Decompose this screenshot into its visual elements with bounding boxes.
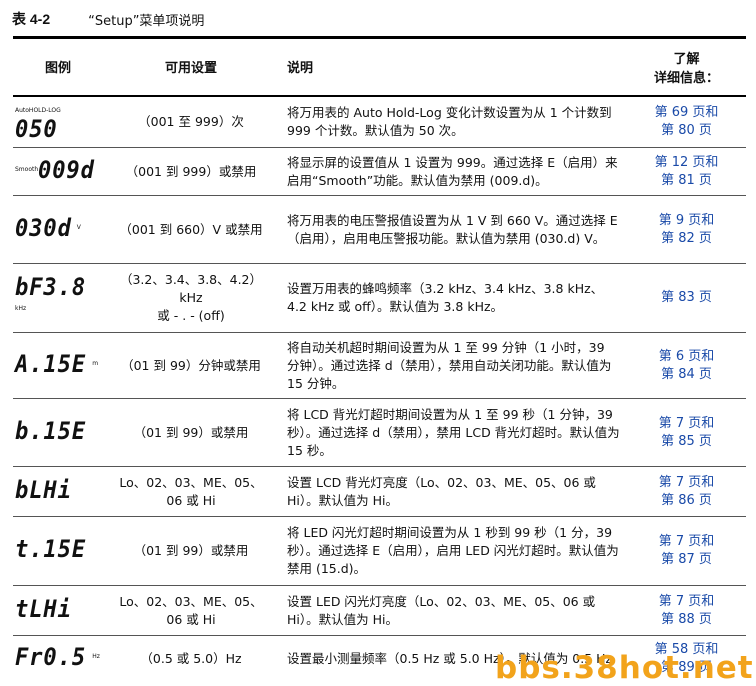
table-row: bLHi Lo、02、03、ME、05、 06 或 Hi 设置 LCD 背光灯亮度…: [13, 467, 746, 517]
table-caption: 表 4-2 “Setup”菜单项说明: [12, 8, 204, 30]
setting-line: Lo、02、03、ME、05、: [119, 474, 263, 490]
table-row: t.15E （01 到 99）或禁用 将 LED 闪光灯超时期间设置为从 1 秒…: [13, 517, 746, 586]
lcd-tag: AutoHOLD-LOG: [15, 106, 61, 114]
lcd-icon: Fr0.5 Hz: [13, 636, 103, 683]
ref-link[interactable]: 第 7 页和: [627, 415, 746, 433]
ref-link[interactable]: 第 9 页和: [627, 212, 746, 230]
lcd-text: 030d: [15, 213, 72, 242]
reference-cell[interactable]: 第 7 页和第 86 页: [627, 467, 746, 517]
lcd-icon: b.15E: [13, 399, 103, 467]
lcd-icon: tLHi: [13, 586, 103, 636]
lcd-icon: t.15E: [13, 517, 103, 586]
lcd-text: A.15E: [15, 349, 87, 378]
description-cell: 将 LED 闪光灯超时期间设置为从 1 秒到 99 秒（1 分，39 秒）。通过…: [287, 525, 619, 576]
ref-link[interactable]: 第 80 页: [627, 122, 746, 140]
setting-line: （3.2、3.4、3.8、4.2）: [119, 272, 263, 287]
setting-cell: （01 到 99）或禁用: [133, 424, 249, 440]
ref-link[interactable]: 第 85 页: [627, 433, 746, 451]
setting-line: kHz: [179, 290, 203, 305]
lcd-text: 009d: [38, 155, 96, 184]
description-cell: 将 LCD 背光灯超时期间设置为从 1 至 99 秒（1 分钟，39 秒）。通过…: [287, 406, 620, 458]
header-icon: 图例: [44, 61, 71, 77]
lcd-tag: Hz: [92, 653, 100, 661]
lcd-icon: A.15E m: [13, 333, 103, 399]
table-row: bF3.8 kHz （3.2、3.4、3.8、4.2） kHz 或 - . - (of…: [13, 264, 746, 333]
ref-link[interactable]: 第 84 页: [627, 366, 746, 384]
lcd-tag: m: [92, 359, 99, 367]
reference-cell[interactable]: 第 6 页和第 84 页: [627, 333, 746, 399]
description-cell: 设置万用表的蜂鸣频率（3.2 kHz、3.4 kHz、3.8 kHz、4.2 k…: [287, 281, 604, 314]
ref-link[interactable]: 第 88 页: [627, 611, 746, 629]
lcd-icon: bF3.8 kHz: [13, 264, 103, 333]
ref-link[interactable]: 第 83 页: [627, 289, 746, 307]
header-reference: 了解详细信息：: [627, 38, 746, 96]
ref-link[interactable]: 第 87 页: [627, 551, 746, 569]
ref-link[interactable]: 第 7 页和: [627, 593, 746, 611]
ref-link[interactable]: 第 12 页和: [627, 154, 746, 172]
setting-cell: （01 到 99）分钟或禁用: [121, 357, 261, 373]
table-row: b.15E （01 到 99）或禁用 将 LCD 背光灯超时期间设置为从 1 至…: [13, 399, 746, 467]
setting-cell: （01 到 99）或禁用: [133, 543, 249, 558]
reference-cell[interactable]: 第 7 页和第 85 页: [627, 399, 746, 467]
lcd-text: 050: [15, 114, 58, 143]
table-number: 表 4-2: [12, 11, 51, 27]
setting-line: Lo、02、03、ME、05、: [119, 593, 263, 609]
lcd-icon: 030d V: [13, 196, 103, 264]
header-description: 说明: [287, 61, 314, 77]
ref-link[interactable]: 第 7 页和: [627, 533, 746, 551]
header-ref-line2: 详细信息：: [653, 70, 719, 86]
setting-cell: （001 至 999）次: [138, 113, 244, 129]
header-ref-line1: 了解: [673, 51, 700, 67]
setup-menu-table: 图例 可用设置 说明 了解详细信息： AutoHOLD-LOG050 （001 …: [13, 36, 746, 683]
ref-link[interactable]: 第 7 页和: [627, 474, 746, 492]
description-cell: 将自动关机超时期间设置为从 1 至 99 分钟（1 小时，39 分钟）。通过选择…: [287, 339, 612, 391]
setting-cell: （0.5 或 5.0）Hz: [140, 651, 242, 667]
reference-cell[interactable]: 第 69 页和第 80 页: [627, 96, 746, 148]
lcd-text: tLHi: [15, 594, 72, 623]
setting-line: 06 或 Hi: [166, 492, 216, 508]
reference-cell[interactable]: 第 83 页: [627, 264, 746, 333]
ref-link[interactable]: 第 81 页: [627, 172, 746, 190]
setting-cell: （001 到 999）或禁用: [125, 163, 257, 179]
header-row: 图例 可用设置 说明 了解详细信息：: [13, 38, 746, 96]
lcd-icon: AutoHOLD-LOG050: [13, 96, 103, 148]
description-cell: 将显示屏的设置值从 1 设置为 999。通过选择 E（启用）来启用“Smooth…: [287, 154, 618, 188]
setting-cell: Lo、02、03、ME、05、 06 或 Hi: [103, 467, 279, 517]
lcd-text: bLHi: [15, 475, 72, 504]
lcd-text: b.15E: [15, 416, 87, 445]
lcd-tag: V: [76, 223, 81, 231]
reference-cell[interactable]: 第 12 页和第 81 页: [627, 148, 746, 196]
table-row: tLHi Lo、02、03、ME、05、 06 或 Hi 设置 LED 闪光灯亮度…: [13, 586, 746, 636]
ref-link[interactable]: 第 6 页和: [627, 348, 746, 366]
table-row: A.15E m （01 到 99）分钟或禁用 将自动关机超时期间设置为从 1 至 …: [13, 333, 746, 399]
table-row: 030d V （001 到 660）V 或禁用 将万用表的电压警报值设置为从 1 …: [13, 196, 746, 264]
reference-cell[interactable]: 第 7 页和第 87 页: [627, 517, 746, 586]
setting-cell: （3.2、3.4、3.8、4.2） kHz 或 - . - (off): [103, 264, 279, 333]
description-cell: 设置 LED 闪光灯亮度（Lo、02、03、ME、05、06 或 Hi）。默认值…: [287, 593, 596, 627]
table-row: AutoHOLD-LOG050 （001 至 999）次 将万用表的 Auto …: [13, 96, 746, 148]
description-cell: 将万用表的 Auto Hold-Log 变化计数设置为从 1 个计数到 999 …: [287, 104, 612, 138]
setting-cell: Lo、02、03、ME、05、 06 或 Hi: [103, 586, 279, 636]
lcd-text: Fr0.5: [15, 643, 87, 672]
lcd-icon: Smooth009d: [13, 148, 103, 196]
reference-cell[interactable]: 第 7 页和第 88 页: [627, 586, 746, 636]
description-cell: 将万用表的电压警报值设置为从 1 V 到 660 V。通过选择 E（启用），启用…: [287, 212, 618, 246]
ref-link[interactable]: 第 86 页: [627, 492, 746, 510]
header-setting: 可用设置: [164, 61, 217, 77]
lcd-text: bF3.8: [15, 273, 87, 301]
setting-cell: （001 到 660）V 或禁用: [119, 221, 263, 237]
table-title: “Setup”菜单项说明: [88, 13, 205, 29]
ref-link[interactable]: 第 82 页: [627, 230, 746, 248]
watermark: bbs.38hot.net: [495, 650, 754, 686]
ref-link[interactable]: 第 69 页和: [627, 104, 746, 122]
setting-line: 06 或 Hi: [166, 611, 216, 627]
lcd-text: t.15E: [15, 535, 87, 563]
setting-line: 或 - . - (off): [157, 308, 225, 323]
description-cell: 设置 LCD 背光灯亮度（Lo、02、03、ME、05、06 或 Hi）。默认值…: [287, 474, 596, 508]
lcd-icon: bLHi: [13, 467, 103, 517]
lcd-tag: kHz: [15, 305, 27, 312]
table-row: Smooth009d （001 到 999）或禁用 将显示屏的设置值从 1 设置…: [13, 148, 746, 196]
reference-cell[interactable]: 第 9 页和第 82 页: [627, 196, 746, 264]
lcd-tag: Smooth: [15, 165, 39, 173]
